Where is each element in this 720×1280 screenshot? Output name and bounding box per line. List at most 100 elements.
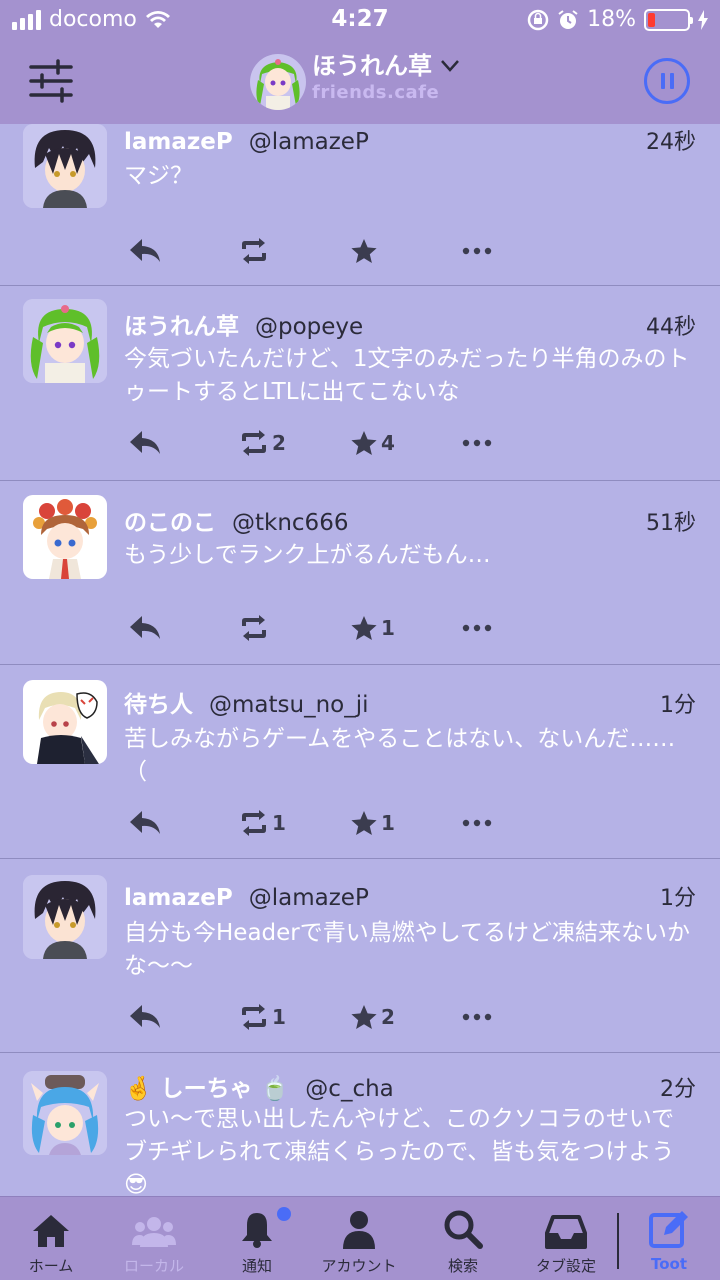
toot-item[interactable]: lamazeP @lamazeP 24秒 マジ？ [0,124,720,286]
toot-content: マジ？ [124,163,193,189]
avatar[interactable] [23,495,107,579]
toot-content: もう少しでランク上がるんだもん… [124,542,491,568]
toot-content: 今気づいたんだけど、1文字のみだったり半角のみのトゥートするとLTLに出てこない… [124,346,690,405]
display-name[interactable]: のこのこ [124,503,216,537]
more-button[interactable] [462,426,492,460]
more-options-icon [462,819,492,827]
account-handle[interactable]: @lamazeP [249,885,369,911]
pause-stream-button[interactable] [644,58,690,104]
favourite-button[interactable]: 2 [350,1000,395,1034]
search-icon [444,1210,483,1249]
avatar[interactable] [23,124,107,208]
favourite-button[interactable] [350,234,381,268]
avatar[interactable] [23,1071,107,1155]
toot-compose-button[interactable]: Toot [619,1197,719,1280]
toot-actions: 12 [128,1000,508,1034]
alarm-icon [558,9,578,29]
filter-button[interactable] [28,58,74,104]
inbox-icon [545,1215,587,1249]
boost-icon [242,430,266,456]
bottom-tab-bar: ホーム ローカル 通知 アカウント 検索 タブ設定 Toot [0,1196,720,1280]
toot-header: 待ち人 @matsu_no_ji 1分 [124,685,696,719]
reply-button[interactable] [128,234,162,268]
favourite-count: 2 [381,1005,395,1029]
header-avatar [250,54,306,110]
tab-home[interactable]: ホーム [1,1197,101,1280]
toot-time: 51秒 [646,511,696,536]
toot-actions: 11 [128,806,508,840]
account-switcher[interactable]: ほうれん草 friends.cafe [250,50,460,116]
tab-notifications[interactable]: 通知 [207,1197,307,1280]
account-handle[interactable]: @c_cha [305,1076,393,1102]
display-name[interactable]: ほうれん草 [124,307,239,341]
person-icon [343,1211,375,1249]
avatar[interactable] [23,680,107,764]
boost-button[interactable]: 1 [239,1000,286,1034]
avatar[interactable] [23,299,107,383]
display-name[interactable]: lamazeP [124,885,233,911]
toot-item[interactable]: ほうれん草 @popeye 44秒 今気づいたんだけど、1文字のみだったり半角の… [0,286,720,481]
tab-label: 検索 [447,1257,478,1275]
favourite-icon [351,239,377,263]
favourite-button[interactable]: 1 [350,611,395,645]
more-options-icon [462,624,492,632]
toot-item[interactable]: のこのこ @tknc666 51秒 もう少しでランク上がるんだもん… 1 [0,481,720,665]
account-handle[interactable]: @matsu_no_ji [209,692,369,718]
bell-icon [242,1213,272,1248]
boost-button[interactable]: 2 [239,426,286,460]
tab-local[interactable]: ローカル [104,1197,204,1280]
favourite-icon [351,616,377,640]
account-handle[interactable]: @lamazeP [249,129,369,155]
timeline[interactable]: lamazeP @lamazeP 24秒 マジ？ ほうれん草 @popeye 4… [0,124,720,1196]
reply-button[interactable] [128,1000,162,1034]
reply-button[interactable] [128,806,162,840]
toot-header: ほうれん草 @popeye 44秒 [124,307,696,341]
reply-icon [130,1005,160,1028]
boost-count: 1 [272,1005,286,1029]
toot-time: 1分 [660,886,696,911]
toot-item[interactable]: lamazeP @lamazeP 1分 自分も今Headerで青い鳥燃やしてるけ… [0,859,720,1053]
more-button[interactable] [462,234,492,268]
reply-icon [130,811,160,834]
favourite-button[interactable]: 1 [350,806,395,840]
more-button[interactable] [462,1000,492,1034]
account-name: ほうれん草 [312,52,432,80]
tab-label: アカウント [321,1257,397,1275]
display-name[interactable]: 🤞 しーちゃ 🍵 [124,1069,289,1103]
tab-label: ローカル [123,1257,184,1275]
reply-button[interactable] [128,611,162,645]
header-titles: ほうれん草 friends.cafe [312,50,460,103]
account-handle[interactable]: @popeye [255,314,363,340]
reply-button[interactable] [128,426,162,460]
more-button[interactable] [462,806,492,840]
status-right: 18% [527,7,708,32]
avatar[interactable] [23,875,107,959]
more-options-icon [462,439,492,447]
favourite-button[interactable]: 4 [350,426,395,460]
toot-time: 24秒 [646,130,696,155]
toot-item[interactable]: 🤞 しーちゃ 🍵 @c_cha 2分 つい〜で思い出したんやけど、このクソコラの… [0,1053,720,1196]
toot-time: 44秒 [646,315,696,340]
header-account-name: ほうれん草 [312,50,460,82]
toot-item[interactable]: 待ち人 @matsu_no_ji 1分 苦しみながらゲームをやることはない、ない… [0,665,720,859]
boost-icon [242,1004,266,1030]
toot-header: のこのこ @tknc666 51秒 [124,503,696,537]
pause-icon [660,73,665,89]
display-name[interactable]: lamazeP [124,129,233,155]
toot-actions [128,234,508,268]
display-name[interactable]: 待ち人 [124,685,193,719]
tab-account[interactable]: アカウント [309,1197,409,1280]
toot-content: 自分も今Headerで青い鳥燃やしてるけど凍結来ないかな〜〜 [124,920,691,979]
toot-actions: 24 [128,426,508,460]
tab-settings[interactable]: タブ設定 [516,1197,616,1280]
boost-icon [242,615,266,641]
more-button[interactable] [462,611,492,645]
favourite-count: 1 [381,811,395,835]
rotation-lock-icon [527,9,549,30]
charging-icon [698,9,708,30]
boost-button[interactable] [239,611,272,645]
boost-button[interactable] [239,234,272,268]
boost-button[interactable]: 1 [239,806,286,840]
tab-search[interactable]: 検索 [413,1197,513,1280]
account-handle[interactable]: @tknc666 [232,510,348,536]
